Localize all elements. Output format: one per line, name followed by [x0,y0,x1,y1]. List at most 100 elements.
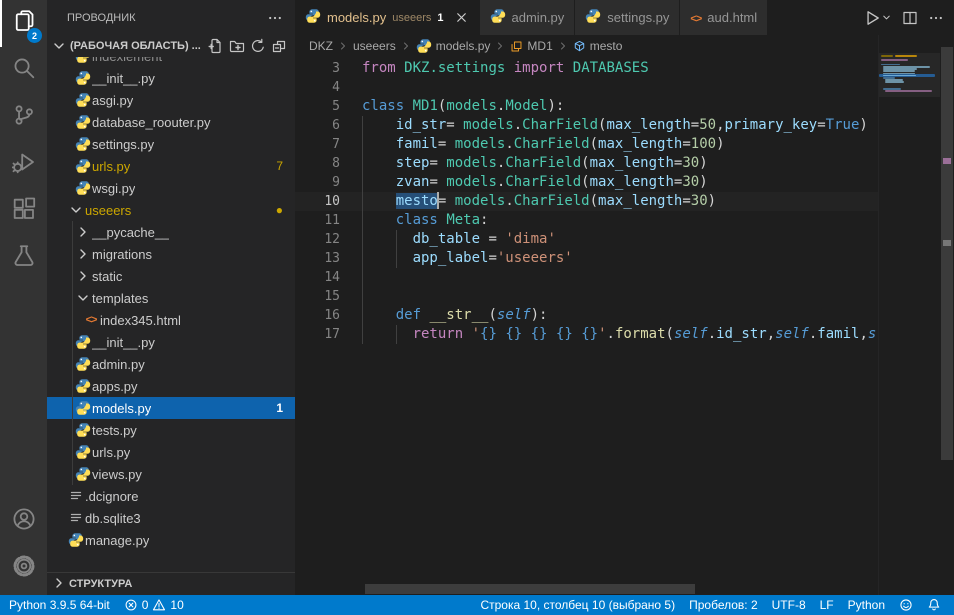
activity-bar-testing[interactable] [0,235,47,282]
activity-bar-accounts[interactable] [0,498,47,545]
tree-item-admin.py[interactable]: admin.py [47,353,295,375]
tab-label: aud.html [707,10,757,25]
horizontal-scrollbar-thumb[interactable] [365,584,695,594]
activity-bar: 2 [0,0,47,595]
python-icon [74,400,92,416]
explorer-badge: 2 [27,28,42,43]
activity-bar-extensions[interactable] [0,188,47,235]
code-line-5: 5class MD1(models.Model): [295,97,878,116]
tree-item-__init__.py[interactable]: __init__.py [47,331,295,353]
breadcrumb-useeers[interactable]: useeers [353,39,396,53]
code-line-13: 13 app_label='useeers' [295,249,878,268]
tab-label: admin.py [512,10,565,25]
tree-item-useeers[interactable]: useeers ● [47,199,295,221]
minimap-line [883,70,915,72]
chevron-down-icon [74,290,92,306]
tree-item-asgi.py[interactable]: asgi.py [47,89,295,111]
close-icon[interactable] [454,10,469,25]
python-icon [585,8,601,27]
status-problems[interactable]: 0 10 [117,595,191,615]
views-and-more-icon[interactable] [265,8,285,28]
tree-item-label: database_roouter.py [92,115,211,130]
status-eol[interactable]: LF [813,595,841,615]
new-folder-icon[interactable] [227,36,247,56]
tree-item-settings.py[interactable]: settings.py [47,133,295,155]
tree-item-wsgi.py[interactable]: wsgi.py [47,177,295,199]
vertical-scrollbar-thumb[interactable] [941,47,953,460]
tree-item-.dcignore[interactable]: .dcignore [47,485,295,507]
python-icon [74,180,92,196]
tree-item-index345.html[interactable]: <>index345.html [47,309,295,331]
status-bar: Python 3.9.5 64-bit 0 10 Строка 10, стол… [0,595,954,615]
breadcrumb-DKZ[interactable]: DKZ [309,39,333,53]
tree-item-manage.py[interactable]: manage.py [47,529,295,551]
workspace-section-header[interactable]: (РАБОЧАЯ ОБЛАСТЬ) ... [47,35,295,57]
tree-item-db.sqlite3[interactable]: db.sqlite3 [47,507,295,529]
status-feedback[interactable] [892,595,920,615]
beaker-icon [12,244,36,273]
vertical-scrollbar[interactable] [940,35,954,595]
editor[interactable]: DKZ useeers models.py MD1 mesto 3from DK… [295,35,954,595]
breadcrumb-MD1[interactable]: MD1 [510,39,552,53]
tree-item-urls.py[interactable]: urls.py [47,441,295,463]
problems-badge: 7 [276,159,295,173]
split-editor-icon[interactable] [900,8,920,28]
python-icon [74,378,92,394]
line-number: 15 [295,287,340,306]
status-notifications[interactable] [920,595,948,615]
refresh-icon[interactable] [248,36,268,56]
code-line-9: 9 zvan= models.CharField(max_length=30) [295,173,878,192]
activity-bar-search[interactable] [0,47,47,94]
code-line-16: 16 def __str__(self): [295,306,878,325]
editor-area: models.py useeers 1 admin.py settings.py… [295,0,954,595]
line-number: 4 [295,78,340,97]
activity-bar-run-and-debug[interactable] [0,141,47,188]
tree-item-database_roouter.py[interactable]: database_roouter.py [47,111,295,133]
tree-item-models.py[interactable]: models.py 1 [47,397,295,419]
tree-item-static[interactable]: static [47,265,295,287]
tree-item-urls.py[interactable]: urls.py 7 [47,155,295,177]
status-language-mode[interactable]: Python [841,595,892,615]
vscode-window: 2 ПРОВОДНИК (РАБОЧАЯ ОБЛАСТЬ) ... [0,0,954,595]
minimap-line [885,90,933,92]
activity-bar-source-control[interactable] [0,94,47,141]
tree-item-indexlement[interactable]: indexlement [47,57,295,67]
status-label: Пробелов: 2 [689,598,758,612]
code-line-15: 15 [295,287,878,306]
breadcrumb-models.py[interactable]: models.py [416,38,491,54]
tree-item-templates[interactable]: templates [47,287,295,309]
activity-bar-explorer[interactable]: 2 [0,0,47,47]
tab-models.py[interactable]: models.py useeers 1 [295,0,480,35]
tree-item-tests.py[interactable]: tests.py [47,419,295,441]
code-view[interactable]: 3from DKZ.settings import DATABASES 4 5c… [295,57,878,583]
tree-item-__init__.py[interactable]: __init__.py [47,67,295,89]
activity-bar-manage[interactable] [0,545,47,592]
tab-aud.html[interactable]: <> aud.html [680,0,768,35]
tab-admin.py[interactable]: admin.py [480,0,576,35]
feedback-icon [899,598,913,612]
line-number: 11 [295,211,340,230]
status-indentation[interactable]: Пробелов: 2 [682,595,765,615]
python-icon [74,70,92,86]
new-file-icon[interactable] [206,36,226,56]
status-python-interpreter[interactable]: Python 3.9.5 64-bit [2,595,117,615]
tree-item-migrations[interactable]: migrations [47,243,295,265]
collapse-all-icon[interactable] [269,36,289,56]
minimap[interactable] [878,35,940,595]
tree-item-label: templates [92,291,148,306]
more-actions-icon[interactable] [926,8,946,28]
tree-item-label: db.sqlite3 [85,511,141,526]
tree-item-views.py[interactable]: views.py [47,463,295,485]
tab-settings.py[interactable]: settings.py [575,0,680,35]
breadcrumb-mesto[interactable]: mesto [573,39,623,53]
python-icon [67,532,85,548]
chevron-down-icon [67,202,85,218]
text-cursor [437,192,439,209]
outline-section-header[interactable]: СТРУКТУРА [47,572,295,595]
tree-item-apps.py[interactable]: apps.py [47,375,295,397]
status-cursor-position[interactable]: Строка 10, столбец 10 (выбрано 5) [473,595,682,615]
tree-item-__pycache__[interactable]: __pycache__ [47,221,295,243]
run-python-file-icon[interactable] [861,7,894,29]
status-encoding[interactable]: UTF-8 [765,595,813,615]
tree-item-label: __pycache__ [92,225,169,240]
